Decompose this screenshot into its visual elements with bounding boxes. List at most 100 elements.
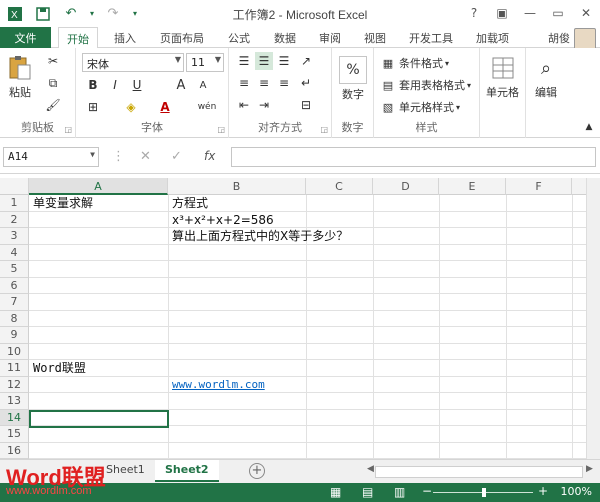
row-header-1[interactable]: 1: [0, 195, 29, 212]
selected-cell-a14[interactable]: [29, 409, 169, 428]
cell-a1[interactable]: 单变量求解: [33, 195, 93, 211]
row-header-6[interactable]: 6: [0, 277, 29, 294]
decrease-indent-icon[interactable]: ⇤: [235, 96, 253, 114]
restore-button[interactable]: ▭: [544, 0, 572, 26]
enter-button[interactable]: ✓: [171, 149, 182, 164]
collapse-ribbon-icon[interactable]: ▲: [580, 118, 598, 136]
cut-icon[interactable]: ✂: [44, 52, 62, 70]
add-sheet-button[interactable]: +: [249, 463, 265, 479]
row-header-15[interactable]: 15: [0, 426, 29, 443]
font-color-icon[interactable]: A: [156, 98, 174, 116]
page-layout-view-icon[interactable]: ▤: [362, 485, 373, 499]
column-header-a[interactable]: A: [29, 178, 168, 195]
tab-data[interactable]: 数据: [274, 30, 296, 46]
format-as-table-button[interactable]: ▤ 套用表格格式 ▾: [380, 76, 471, 94]
row-header-5[interactable]: 5: [0, 261, 29, 278]
column-header-d[interactable]: D: [373, 178, 439, 195]
cancel-button[interactable]: ✕: [140, 149, 151, 164]
tab-home[interactable]: 开始: [58, 27, 98, 49]
tab-addins[interactable]: 加载项: [476, 30, 509, 46]
wrap-text-icon[interactable]: ↵: [297, 74, 315, 92]
font-name-combo[interactable]: 宋体 ▼: [82, 53, 184, 72]
cell-a11[interactable]: Word联盟: [33, 360, 86, 376]
avatar[interactable]: [574, 28, 596, 50]
editing-button[interactable]: ⌕ 编辑: [532, 54, 560, 100]
zoom-in-icon[interactable]: +: [538, 484, 548, 498]
middle-align-icon[interactable]: ☰: [255, 52, 273, 70]
vertical-scrollbar[interactable]: [586, 178, 600, 459]
cell-b12-hyperlink[interactable]: www.wordlm.com: [172, 377, 265, 393]
number-format-button[interactable]: % 数字: [339, 56, 367, 102]
column-header-c[interactable]: C: [306, 178, 373, 195]
zoom-slider-thumb[interactable]: [482, 488, 486, 497]
row-header-4[interactable]: 4: [0, 244, 29, 261]
select-all-corner[interactable]: [0, 178, 29, 195]
align-left-icon[interactable]: ≡: [235, 74, 253, 92]
scroll-left-icon[interactable]: ◀: [367, 464, 374, 474]
format-painter-icon[interactable]: 🖌: [44, 96, 62, 114]
zoom-out-icon[interactable]: −: [422, 484, 432, 498]
align-center-icon[interactable]: ≡: [255, 74, 273, 92]
row-header-14[interactable]: 14: [0, 409, 29, 426]
normal-view-icon[interactable]: ▦: [330, 485, 341, 499]
cell-b3[interactable]: 算出上面方程式中的X等于多少？: [172, 228, 348, 244]
name-box[interactable]: A14 ▼: [3, 147, 99, 167]
formula-input[interactable]: [231, 147, 596, 167]
orientation-icon[interactable]: ↗: [297, 52, 315, 70]
row-header-3[interactable]: 3: [0, 228, 29, 245]
fill-color-icon[interactable]: ◈: [122, 98, 140, 116]
cells-button[interactable]: 单元格: [486, 54, 519, 100]
italic-button[interactable]: I: [106, 76, 124, 94]
tab-page-layout[interactable]: 页面布局: [160, 30, 204, 46]
cell-styles-button[interactable]: ▧ 单元格样式 ▾: [380, 98, 460, 116]
row-header-7[interactable]: 7: [0, 294, 29, 311]
cell-b1[interactable]: 方程式: [172, 195, 208, 211]
close-button[interactable]: ✕: [572, 0, 600, 26]
top-align-icon[interactable]: ☰: [235, 52, 253, 70]
shrink-font-button[interactable]: A: [194, 76, 212, 94]
zoom-level[interactable]: 100%: [561, 485, 592, 498]
row-header-16[interactable]: 16: [0, 442, 29, 459]
font-size-combo[interactable]: 11 ▼: [186, 53, 224, 72]
row-header-10[interactable]: 10: [0, 343, 29, 360]
column-header-b[interactable]: B: [168, 178, 306, 195]
ribbon-display-options-button[interactable]: ▣: [488, 0, 516, 26]
row-header-8[interactable]: 8: [0, 310, 29, 327]
alignment-launcher-icon[interactable]: ◲: [320, 125, 328, 134]
tab-insert[interactable]: 插入: [114, 30, 136, 46]
tab-formulas[interactable]: 公式: [228, 30, 250, 46]
merge-center-icon[interactable]: ⊟: [297, 96, 315, 114]
tab-review[interactable]: 审阅: [319, 30, 341, 46]
bold-button[interactable]: B: [84, 76, 102, 94]
copy-icon[interactable]: ⧉: [44, 74, 62, 92]
tab-file[interactable]: 文件: [0, 27, 51, 48]
help-button[interactable]: ?: [460, 0, 488, 26]
align-right-icon[interactable]: ≡: [275, 74, 293, 92]
row-header-13[interactable]: 13: [0, 393, 29, 410]
row-header-9[interactable]: 9: [0, 327, 29, 344]
phonetic-button[interactable]: wén: [192, 98, 222, 116]
worksheet-grid[interactable]: A B C D E F 1 2 3 4 5 6 7 8 9 10 11 12 13 14 15 16 单变量求…: [0, 178, 586, 459]
paste-button[interactable]: 粘贴: [6, 54, 34, 100]
increase-indent-icon[interactable]: ⇥: [255, 96, 273, 114]
border-icon[interactable]: ⊞: [84, 98, 102, 116]
horizontal-scrollbar[interactable]: [375, 466, 583, 478]
user-name[interactable]: 胡俊: [548, 30, 570, 46]
column-header-e[interactable]: E: [439, 178, 506, 195]
scroll-right-icon[interactable]: ▶: [586, 464, 593, 474]
bottom-align-icon[interactable]: ☰: [275, 52, 293, 70]
sheet-tab-sheet2[interactable]: Sheet2: [155, 460, 219, 482]
grow-font-button[interactable]: A: [172, 76, 190, 94]
insert-function-button[interactable]: fx: [204, 149, 215, 163]
row-header-2[interactable]: 2: [0, 211, 29, 228]
cell-b2[interactable]: x³+x²+x+2=586: [172, 212, 274, 228]
minimize-button[interactable]: —: [516, 0, 544, 26]
underline-button[interactable]: U: [128, 76, 146, 94]
row-header-12[interactable]: 12: [0, 376, 29, 393]
tab-developer[interactable]: 开发工具: [409, 30, 453, 46]
conditional-formatting-button[interactable]: ▦ 条件格式 ▾: [380, 54, 449, 72]
tab-view[interactable]: 视图: [364, 30, 386, 46]
clipboard-launcher-icon[interactable]: ◲: [64, 125, 72, 134]
column-header-f[interactable]: F: [506, 178, 572, 195]
row-header-11[interactable]: 11: [0, 360, 29, 377]
